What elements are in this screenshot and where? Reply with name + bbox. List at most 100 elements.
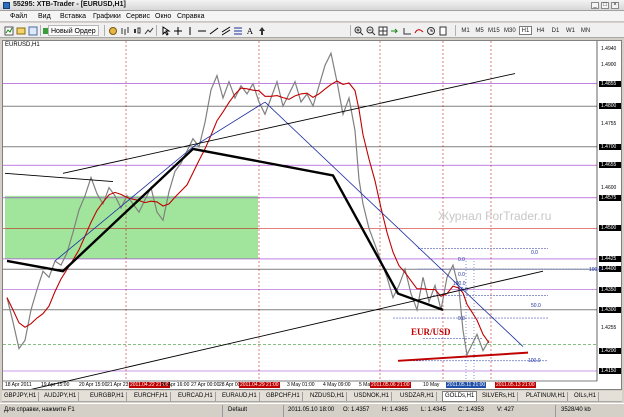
fibonacci-icon[interactable] <box>232 25 242 35</box>
maximize-button[interactable]: □ <box>601 2 609 9</box>
price-axis-label: 1.4575 <box>599 194 621 201</box>
expert-icon[interactable] <box>107 25 117 35</box>
fibonacci-label: 100.0 <box>528 358 541 364</box>
chart-tab[interactable]: AUDJPY,H1 <box>42 392 80 401</box>
new-order-button[interactable]: Новый Ордер <box>48 25 99 36</box>
status-low: L: 1.4345 <box>421 407 447 413</box>
timeframe-m1[interactable]: M1 <box>459 26 472 35</box>
chart-tabs: GBPJPY,H1 AUDJPY,H1 EURGBP,H1 EURCHF,H1 EURC… <box>2 391 622 402</box>
symbol-annotation: EUR/USD <box>411 327 451 337</box>
arrow-tool-icon[interactable] <box>256 25 266 35</box>
status-profile[interactable]: Default <box>228 407 247 413</box>
channel-icon[interactable] <box>220 25 231 36</box>
menu-insert[interactable]: Вставка <box>60 13 86 20</box>
price-axis-label: 1.4400 <box>599 266 621 273</box>
new-chart-icon[interactable] <box>3 25 14 36</box>
toolbar-separator <box>40 25 41 36</box>
price-axis-label: 1.4655 <box>599 162 621 169</box>
status-volume: V: 427 <box>497 407 515 413</box>
menu-file[interactable]: Файл <box>10 13 27 20</box>
bar-chart-icon[interactable] <box>119 25 129 35</box>
market-watch-icon[interactable] <box>27 25 38 36</box>
chart-tab[interactable]: EURCHF,H1 <box>132 392 171 401</box>
cursor-icon[interactable] <box>160 25 171 36</box>
templates-icon[interactable] <box>437 25 447 36</box>
chart-tab[interactable]: SILVERs,H1 <box>480 392 519 401</box>
time-axis-label: 3 May 01:00 <box>287 382 315 388</box>
line-chart-icon[interactable] <box>143 25 154 35</box>
chart-tab[interactable]: OILs,H1 <box>572 392 600 401</box>
trendline <box>4 172 114 182</box>
trendline-icon[interactable] <box>208 25 219 35</box>
price-axis-label: 1.4425 <box>599 255 621 262</box>
time-axis-label: 2011.04.29 21:00 <box>239 382 280 388</box>
price-axis-label: 1.4600 <box>601 184 617 191</box>
menu-view[interactable]: Вид <box>38 13 51 20</box>
periods-icon[interactable] <box>425 25 435 35</box>
menu-charts[interactable]: Графики <box>93 13 121 20</box>
timeframe-h4[interactable]: H4 <box>534 26 547 35</box>
menu-bar: Файл Вид Вставка Графики Сервис Окно Спр… <box>0 11 624 22</box>
fibonacci-label: 50.0 <box>458 287 468 293</box>
minimize-button[interactable]: _ <box>591 2 599 9</box>
price-axis-label: 1.4855 <box>599 80 621 87</box>
toolbar-separator <box>350 25 351 36</box>
chart-tab[interactable]: USDNOK,H1 <box>352 392 393 401</box>
app-window: 55295: XTB-Trader - [EURUSD,H1] _ □ × Фа… <box>0 0 624 417</box>
vertical-line-icon[interactable] <box>184 25 194 35</box>
timeframe-h1[interactable]: H1 <box>519 26 532 35</box>
crosshair-icon[interactable] <box>172 25 182 35</box>
time-axis-label: 4 May 09:00 <box>323 382 351 388</box>
menu-window[interactable]: Окно <box>155 13 171 20</box>
timeframe-mn[interactable]: MN <box>579 26 592 35</box>
zoom-out-icon[interactable] <box>365 25 376 36</box>
chart-tab[interactable]: EURAUD,H1 <box>220 392 260 401</box>
horizontal-line-icon[interactable] <box>196 25 206 35</box>
time-axis-label: 10 May <box>423 382 440 388</box>
chart-tab[interactable]: USDZAR,H1 <box>398 392 438 401</box>
chart-tab[interactable]: NZDUSD,H1 <box>308 392 348 401</box>
time-axis-label: 2011.05.13 21:00 <box>495 382 536 388</box>
fibonacci-label: 100.0 <box>589 267 602 273</box>
text-tool-icon[interactable]: A <box>244 25 254 36</box>
price-axis-label: 1.4150 <box>599 368 621 374</box>
menu-help[interactable]: Справка <box>177 13 204 20</box>
chart-tab[interactable]: PLATINUM,H1 <box>524 392 569 401</box>
timeframe-d1[interactable]: D1 <box>549 26 562 35</box>
status-bar: Для справки, нажмите F1 Default 2011.05.… <box>0 403 624 417</box>
chart-tab[interactable]: EURCAD,H1 <box>176 392 216 401</box>
menu-tools[interactable]: Сервис <box>126 13 150 20</box>
tile-icon[interactable] <box>377 25 388 36</box>
price-axis-label: 1.4500 <box>599 225 621 232</box>
chart-tab[interactable]: GBPJPY,H1 <box>2 392 40 401</box>
time-axis-label: 19 Apr 15:00 <box>41 382 70 388</box>
chart-tab[interactable]: GOLDs,H1 <box>442 391 478 402</box>
fibonacci-label: 0.0 <box>531 250 538 256</box>
toolbar: Новый Ордер A M1 M5 M15 M30 H1 H4 D1 W1 <box>0 23 624 38</box>
title-bar: 55295: XTB-Trader - [EURUSD,H1] _ □ × <box>0 0 624 11</box>
status-close: C: 1.4353 <box>458 407 485 413</box>
price-axis-label: 1.4940 <box>601 46 617 53</box>
window-title: 55295: XTB-Trader - [EURUSD,H1] <box>13 1 126 8</box>
timeframe-m5[interactable]: M5 <box>473 26 486 35</box>
autoscroll-icon[interactable] <box>389 25 399 35</box>
chart-shift-icon[interactable] <box>401 25 411 35</box>
timeframe-m15[interactable]: M15 <box>487 26 500 35</box>
close-button[interactable]: × <box>611 2 619 9</box>
status-divider <box>555 405 556 417</box>
chart-area[interactable]: EURUSD,H1 1.4940 1.4900 1.4855 1.4800 1.4755… <box>2 40 622 390</box>
status-help: Для справки, нажмите F1 <box>4 407 75 413</box>
chart-tab[interactable]: EURGBP,H1 <box>88 392 127 401</box>
indicators-icon[interactable] <box>413 25 424 35</box>
chart-tab[interactable]: GBPCHF,H1 <box>264 392 303 401</box>
time-axis-label: 20 Apr 15:00 <box>79 382 108 388</box>
zoom-in-icon[interactable] <box>353 25 364 36</box>
profiles-icon[interactable] <box>15 25 26 35</box>
red-trendline <box>397 351 529 362</box>
status-open: O: 1.4357 <box>343 407 370 413</box>
status-divider <box>283 405 284 417</box>
timeframe-w1[interactable]: W1 <box>564 26 577 35</box>
candle-chart-icon[interactable] <box>131 25 141 35</box>
price-axis-label: 1.4255 <box>601 325 617 332</box>
timeframe-m30[interactable]: M30 <box>503 26 516 35</box>
